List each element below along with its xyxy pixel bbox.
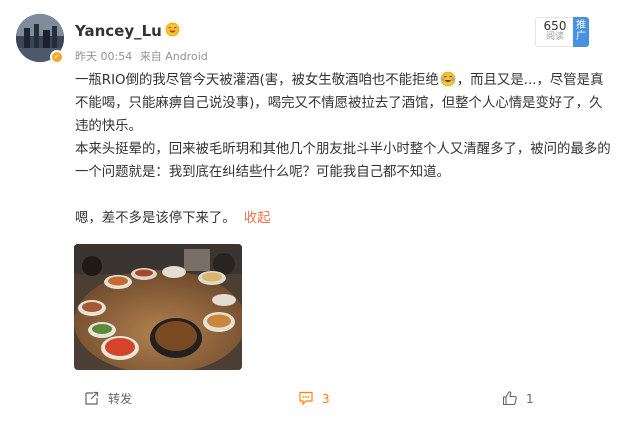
tearful-laugh-emoji-icon (440, 71, 456, 87)
views-count: 650 (543, 19, 567, 33)
repost-icon (85, 391, 99, 405)
post-text: 嗯，差不多是该停下来了。 (75, 211, 236, 226)
post-paragraph: 一瓶RIO倒的我尽管今天被灌酒(害，被女生敬酒咱也不能拒绝 ，而且又是...，尽… (75, 69, 615, 138)
repost-label: 转发 (108, 392, 133, 406)
post-paragraph: 本来头挺晕的，回来被毛昕玥和其他几个朋友批斗半小时整个人又清醒多了，被问的最多的… (75, 142, 611, 180)
views-label: 阅读 (545, 32, 564, 42)
author-name[interactable]: Yancey_Lu (75, 22, 162, 40)
promote-button[interactable]: 推广 (573, 17, 589, 47)
post-source: 来自 Android (139, 50, 208, 63)
post-photo[interactable] (74, 244, 242, 370)
collapse-link[interactable]: 收起 (244, 211, 271, 226)
verified-badge-icon: ✓ (50, 50, 64, 64)
post-paragraph: 嗯，差不多是该停下来了。 收起 (75, 207, 615, 230)
post-meta: 昨天 00:54 来自 Android (75, 48, 212, 64)
like-count: 1 (526, 392, 534, 406)
comment-icon (299, 391, 313, 406)
comment-button[interactable]: 3 (298, 390, 330, 408)
post-text: 一瓶RIO倒的我尽管今天被灌酒(害，被女生敬酒咱也不能拒绝 (75, 73, 439, 88)
post-timestamp[interactable]: 昨天 00:54 (75, 50, 132, 63)
like-button[interactable]: 1 (502, 390, 534, 408)
thumbs-up-icon (502, 391, 517, 406)
views-counter: 650 阅读 (535, 17, 574, 47)
laughing-face-icon (165, 22, 180, 37)
post-content: 一瓶RIO倒的我尽管今天被灌酒(害，被女生敬酒咱也不能拒绝 ，而且又是...，尽… (75, 69, 615, 230)
comment-count: 3 (322, 392, 330, 406)
repost-button[interactable]: 转发 (84, 390, 132, 408)
